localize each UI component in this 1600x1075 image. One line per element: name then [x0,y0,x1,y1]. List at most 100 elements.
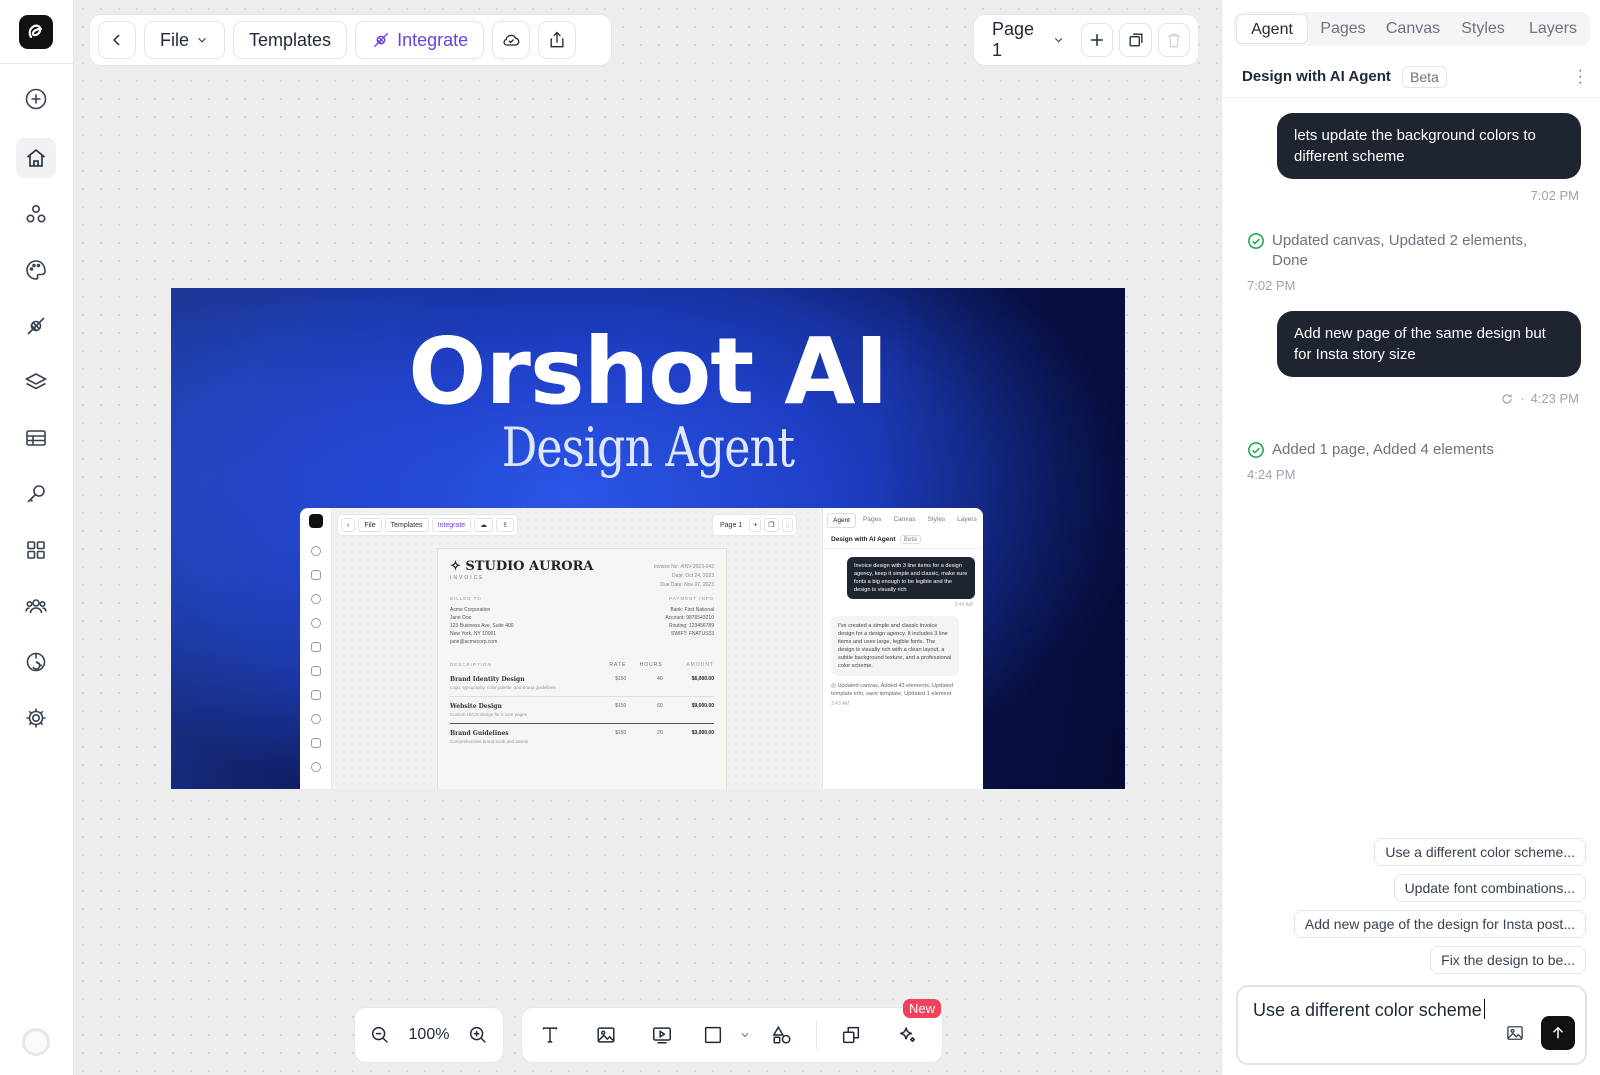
image-tool-button[interactable] [578,1007,634,1063]
team-icon [25,599,47,614]
sidebar-api-keys-button[interactable] [16,474,56,514]
sidebar-integrate-button[interactable] [16,306,56,346]
duplicate-page-button[interactable] [1119,23,1152,57]
settings-icon [26,708,46,728]
mini-apps-icon [311,738,321,748]
shape-tool-button[interactable] [690,1007,736,1063]
app-logo[interactable] [19,15,53,49]
tab-agent[interactable]: Agent [1236,14,1308,44]
templates-button[interactable]: Templates [233,21,348,59]
zoom-controls: 100% [354,1007,504,1063]
video-tool-button[interactable] [634,1007,690,1063]
delete-page-button[interactable] [1157,23,1191,57]
layer-order-icon [842,1026,860,1044]
user-message: lets update the background colors to dif… [1277,113,1581,179]
shapes-icon [772,1025,791,1044]
mini-user-time: 3:49 AM [954,602,973,608]
arrow-up-icon [1552,1026,1564,1039]
right-panel: Agent Pages Canvas Styles Layers Design … [1221,0,1600,1075]
mini-home-icon [311,570,321,580]
chevron-left-icon [113,34,120,46]
design-canvas[interactable]: File Templates Integrate Page 1 Orshot A… [74,0,1221,1075]
sidebar-brand-button[interactable] [16,642,56,682]
tab-styles[interactable]: Styles [1448,14,1518,44]
zoom-out-button[interactable] [355,1007,405,1063]
mini-palette-icon [311,618,321,628]
tab-canvas[interactable]: Canvas [1378,14,1448,44]
ai-agent-button[interactable]: New [879,999,941,1063]
new-badge: New [902,999,941,1018]
add-page-button[interactable] [1081,23,1114,57]
page-toolbar: Page 1 [973,14,1199,66]
attach-image-button[interactable] [1503,1021,1527,1045]
sidebar-home-button[interactable] [16,138,56,178]
tab-layers[interactable]: Layers [1518,14,1588,44]
text-caret [1483,999,1485,1019]
text-tool-button[interactable] [522,1007,578,1063]
suggestion-chip[interactable]: Fix the design to be... [1430,946,1586,974]
file-menu-button[interactable]: File [144,21,226,59]
insert-toolbar: New [521,999,943,1063]
sidebar-layers-button[interactable] [16,362,56,402]
key-icon [27,485,45,503]
integrate-button[interactable]: Integrate [355,21,485,59]
status-time: 7:02 PM [1247,278,1296,293]
agent-status: Added 1 page, Added 4 elements [1247,440,1567,460]
user-avatar[interactable] [22,1028,50,1056]
mini-toolbar: ‹ File Templates Integrate ☁ ⇪ [337,514,519,536]
panel-tabs: Agent Pages Canvas Styles Layers [1234,12,1590,46]
zoom-out-icon [371,1026,388,1043]
apps-icon [27,541,45,559]
artboard-subtitle[interactable]: Design Agent [257,416,1039,479]
retry-icon[interactable] [1500,392,1514,406]
share-icon [550,31,564,48]
artboard-title[interactable]: Orshot AI [171,318,1125,425]
mini-canvas: ‹ File Templates Integrate ☁ ⇪ Page 1 + … [332,508,822,789]
top-toolbar: File Templates Integrate [89,14,612,66]
cloud-save-button[interactable] [492,21,531,59]
zoom-level[interactable]: 100% [405,1026,453,1044]
integrate-icon [373,32,389,48]
invoice-billed-to: BILLED TO Acme Corporation Jane Doe 123 … [450,596,514,645]
sidebar-data-button[interactable] [16,418,56,458]
sidebar-apps-button[interactable] [16,530,56,570]
shape-options-dropdown[interactable] [736,1007,754,1063]
elements-tool-button[interactable] [754,1007,810,1063]
invoice-parties: BILLED TO Acme Corporation Jane Doe 123 … [450,595,714,646]
send-button[interactable] [1541,1016,1575,1050]
tab-pages[interactable]: Pages [1308,14,1378,44]
sidebar-elements-button[interactable] [16,194,56,234]
chat-composer[interactable]: Use a different color scheme [1236,985,1587,1065]
sidebar-divider [0,63,74,64]
share-export-button[interactable] [538,21,577,59]
zoom-in-button[interactable] [453,1007,503,1063]
trash-icon [1168,33,1180,48]
mini-agent-status: ◎ Updated canvas, Added 43 elements, Upd… [831,683,954,697]
mini-key-icon [311,714,321,724]
arrange-tool-button[interactable] [823,1007,879,1063]
suggestion-chip[interactable]: Add new page of the design for Insta pos… [1293,910,1586,938]
sparkles-icon [900,1027,915,1043]
page-select[interactable]: Page 1 [982,19,1075,60]
suggestion-chip[interactable]: Use a different color scheme... [1374,838,1586,866]
sidebar-team-button[interactable] [16,586,56,626]
integrate-icon [27,317,45,335]
message-time: 4:23 PM [1530,391,1579,406]
back-button[interactable] [98,21,136,59]
text-icon [542,1027,558,1043]
mini-agent-reply: I've created a simple and classic invoic… [831,616,959,676]
app-screenshot-image[interactable]: ‹ File Templates Integrate ☁ ⇪ Page 1 + … [300,508,983,789]
sidebar-styles-button[interactable] [16,250,56,290]
time-separator: · [1520,391,1525,406]
chevron-down-icon [1054,37,1063,43]
chat-input[interactable]: Use a different color scheme [1253,997,1493,1023]
agent-status: Updated canvas, Updated 2 elements, Done [1247,231,1567,271]
check-circle-icon [1248,233,1264,249]
sidebar-settings-button[interactable] [16,698,56,738]
suggestion-chip[interactable]: Update font combinations... [1393,874,1586,902]
mini-page-toolbar: Page 1 + ❐ ▯ [712,514,798,536]
palette-icon [26,260,46,280]
more-options-icon[interactable]: · · · [1578,63,1583,91]
artboard[interactable]: Orshot AI Design Agent ‹ File Templates … [171,288,1125,789]
sidebar-create-button[interactable] [16,79,56,119]
